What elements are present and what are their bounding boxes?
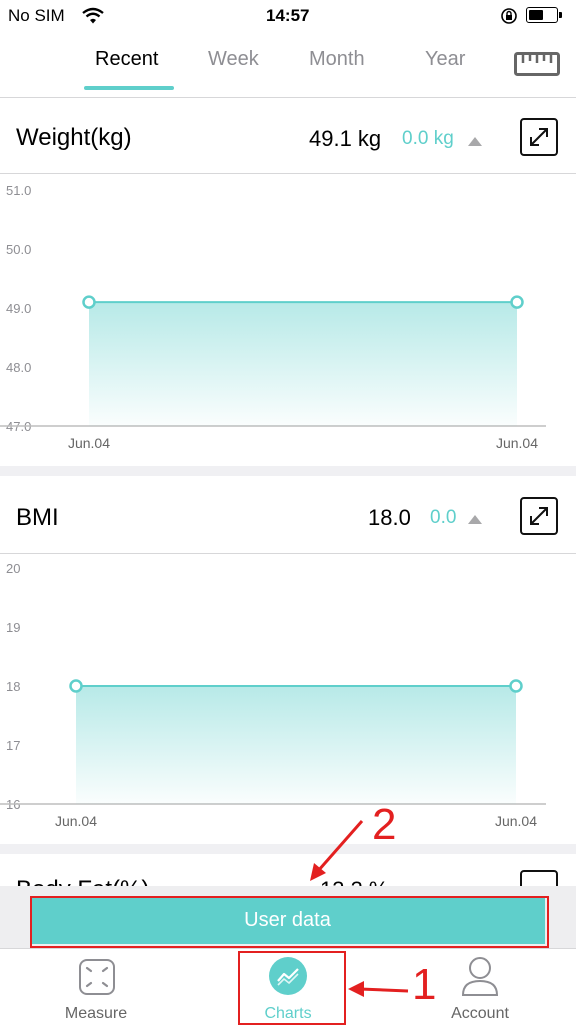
y-tick-label: 50.0 <box>6 242 31 257</box>
data-point[interactable] <box>510 295 524 309</box>
wifi-icon <box>82 7 104 24</box>
annotation-arrow-2 <box>310 820 364 881</box>
y-tick-label: 20 <box>6 561 20 576</box>
expand-weight-chart-button[interactable] <box>520 118 558 156</box>
weight-chart: 51.050.049.048.047.0Jun.04 Jun.04 <box>0 183 546 451</box>
y-tick-label: 17 <box>6 738 20 753</box>
tab-week[interactable]: Week <box>208 48 259 71</box>
tab-account[interactable]: Account <box>420 955 540 1023</box>
expand-icon <box>530 507 548 525</box>
clock: 14:57 <box>266 6 310 25</box>
weight-value: 49.1 kg <box>309 126 382 151</box>
tab-measure[interactable]: Measure <box>36 955 156 1023</box>
bmi-chart: 2019181716Jun.04 Jun.04 <box>0 561 546 829</box>
data-point[interactable] <box>69 679 83 693</box>
battery-icon <box>526 7 562 23</box>
annotation-number-2: 2 <box>372 800 397 849</box>
tab-active-underline <box>84 86 174 90</box>
tab-account-label: Account <box>451 1005 509 1022</box>
expand-bmi-chart-button[interactable] <box>520 497 558 535</box>
annotation-box-user-data <box>30 896 549 948</box>
y-tick-label: 51.0 <box>6 183 31 198</box>
data-point[interactable] <box>82 295 96 309</box>
x-tick-label: Jun.04 <box>55 813 97 829</box>
section-gap <box>0 466 576 476</box>
tabs-divider <box>0 97 576 98</box>
weight-delta: 0.0 kg <box>402 128 454 149</box>
tab-measure-label: Measure <box>64 1005 128 1022</box>
tab-month[interactable]: Month <box>309 48 365 71</box>
expand-icon <box>530 128 548 146</box>
area-fill <box>76 686 516 804</box>
ruler-icon[interactable] <box>514 52 560 76</box>
section-gap <box>0 844 576 854</box>
annotation-number-1: 1 <box>412 960 437 1009</box>
tab-recent[interactable]: Recent <box>95 48 158 71</box>
scale-icon <box>79 959 115 995</box>
x-tick-label: Jun.04 <box>68 435 110 451</box>
orientation-lock-icon <box>501 8 517 24</box>
y-tick-label: 49.0 <box>6 301 31 316</box>
y-tick-label: 19 <box>6 620 20 635</box>
trend-up-icon <box>468 515 482 524</box>
user-icon <box>461 957 499 996</box>
x-tick-label: Jun.04 <box>496 435 538 451</box>
annotation-arrow-1 <box>348 981 409 997</box>
y-tick-label: 48.0 <box>6 360 31 375</box>
area-fill <box>89 302 517 426</box>
annotation-box-charts-tab <box>238 951 346 1025</box>
bmi-card-title: BMI <box>16 504 59 531</box>
data-point[interactable] <box>509 679 523 693</box>
carrier-label: No SIM <box>8 6 65 25</box>
weight-card-title: Weight(kg) <box>16 124 132 151</box>
x-tick-label: Jun.04 <box>495 813 537 829</box>
bmi-delta: 0.0 <box>430 507 457 528</box>
trend-up-icon <box>468 137 482 146</box>
bmi-value: 18.0 <box>368 505 411 530</box>
tab-year[interactable]: Year <box>425 48 465 71</box>
y-tick-label: 18 <box>6 679 20 694</box>
